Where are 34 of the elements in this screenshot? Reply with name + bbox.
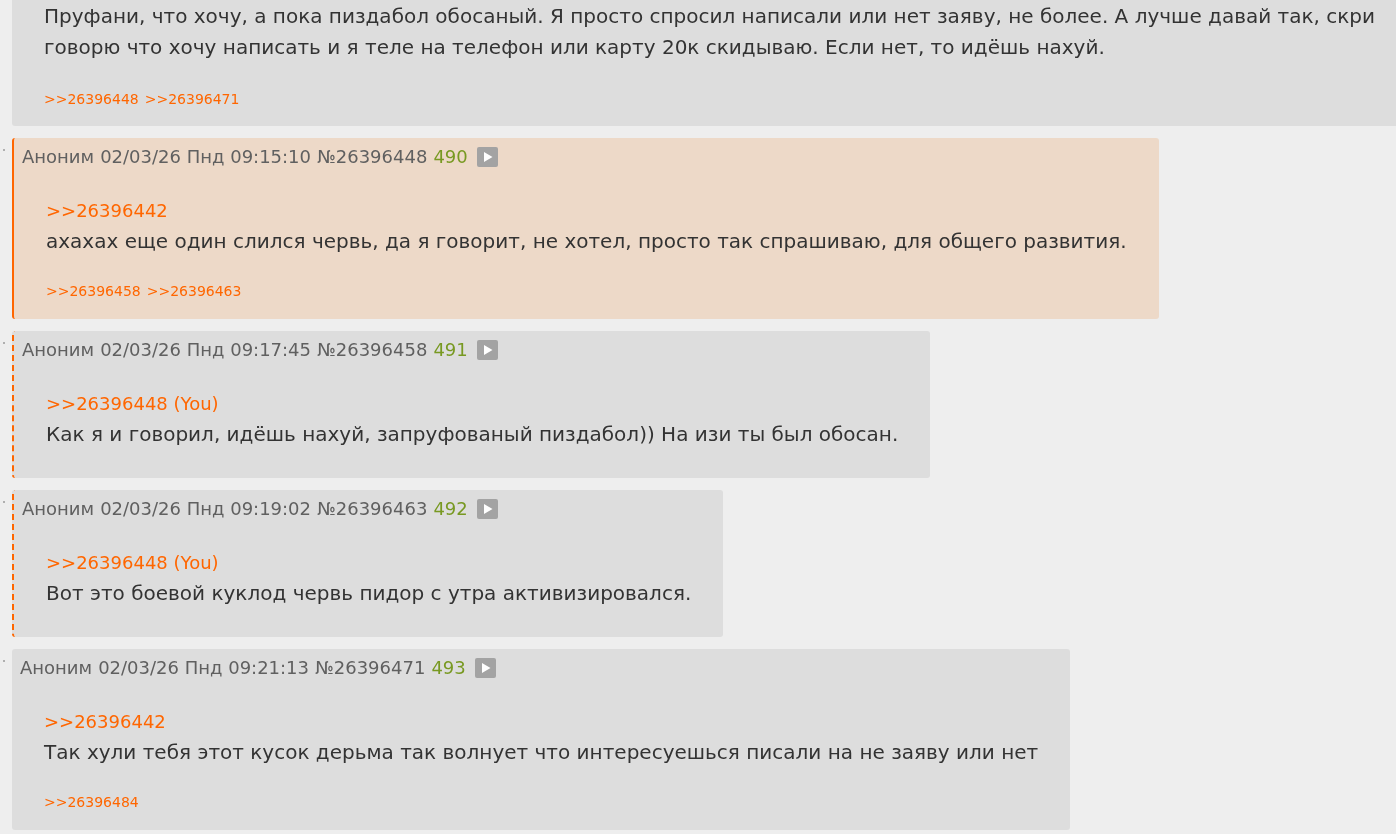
quote-link[interactable]: >>26396448 (You)	[46, 393, 219, 414]
post-number-link[interactable]: №26396463	[317, 497, 428, 521]
post-message: Пруфани, что хочу, а пока пиздабол обосаный. Я просто спросил написали или нет заяву, не более. А лучше давай так, скри говорю что хочу написать и я теле на телефон или карту 20к скидываю. Если нет, то идёшь нахуй.	[44, 3, 1376, 61]
reply-link[interactable]: >>26396463	[146, 282, 242, 300]
post-number-link[interactable]: №26396448	[317, 145, 428, 169]
post-date: 02/03/26 Пнд 09:17:45	[100, 338, 312, 362]
author-name: Аноним	[20, 656, 93, 680]
reply-link[interactable]: >>26396471	[144, 90, 240, 108]
post-date: 02/03/26 Пнд 09:21:13	[98, 656, 310, 680]
reply-link[interactable]: >>26396484	[44, 793, 139, 811]
post-date: 02/03/26 Пнд 09:15:10	[100, 145, 312, 169]
reply-link[interactable]: >>26396448	[44, 90, 139, 108]
post-message: Вот это боевой куклод червь пидор с утра активизировался.	[46, 580, 692, 607]
post-number-link[interactable]: №26396471	[315, 656, 426, 680]
quote-link[interactable]: >>26396448 (You)	[46, 552, 219, 573]
post-message: Как я и говорил, идёшь нахуй, запруфованый пиздабол)) На изи ты был обосан.	[46, 421, 899, 448]
reply-link[interactable]: >>26396458	[46, 282, 141, 300]
post-counter: 492	[433, 497, 468, 521]
quote-link[interactable]: >>26396442	[44, 711, 166, 732]
play-icon[interactable]	[474, 658, 496, 678]
post-number-link[interactable]: №26396458	[317, 338, 428, 362]
quote-link[interactable]: >>26396442	[46, 200, 168, 221]
post-message: Так хули тебя этот кусок дерьма так волнует что интересуешься писали на не заяву или нет	[44, 739, 1039, 766]
post-date: 02/03/26 Пнд 09:19:02	[100, 497, 312, 521]
post-message: ахахах еще один слился червь, да я говорит, не хотел, просто так спрашиваю, для общего развития.	[46, 228, 1127, 255]
post-counter: 491	[433, 338, 468, 362]
author-name: Аноним	[22, 338, 95, 362]
author-name: Аноним	[22, 497, 95, 521]
post-counter: 493	[431, 656, 466, 680]
author-name: Аноним	[22, 145, 95, 169]
play-icon[interactable]	[476, 499, 498, 519]
play-icon[interactable]	[476, 147, 498, 167]
play-icon[interactable]	[476, 340, 498, 360]
post-counter: 490	[433, 145, 468, 169]
